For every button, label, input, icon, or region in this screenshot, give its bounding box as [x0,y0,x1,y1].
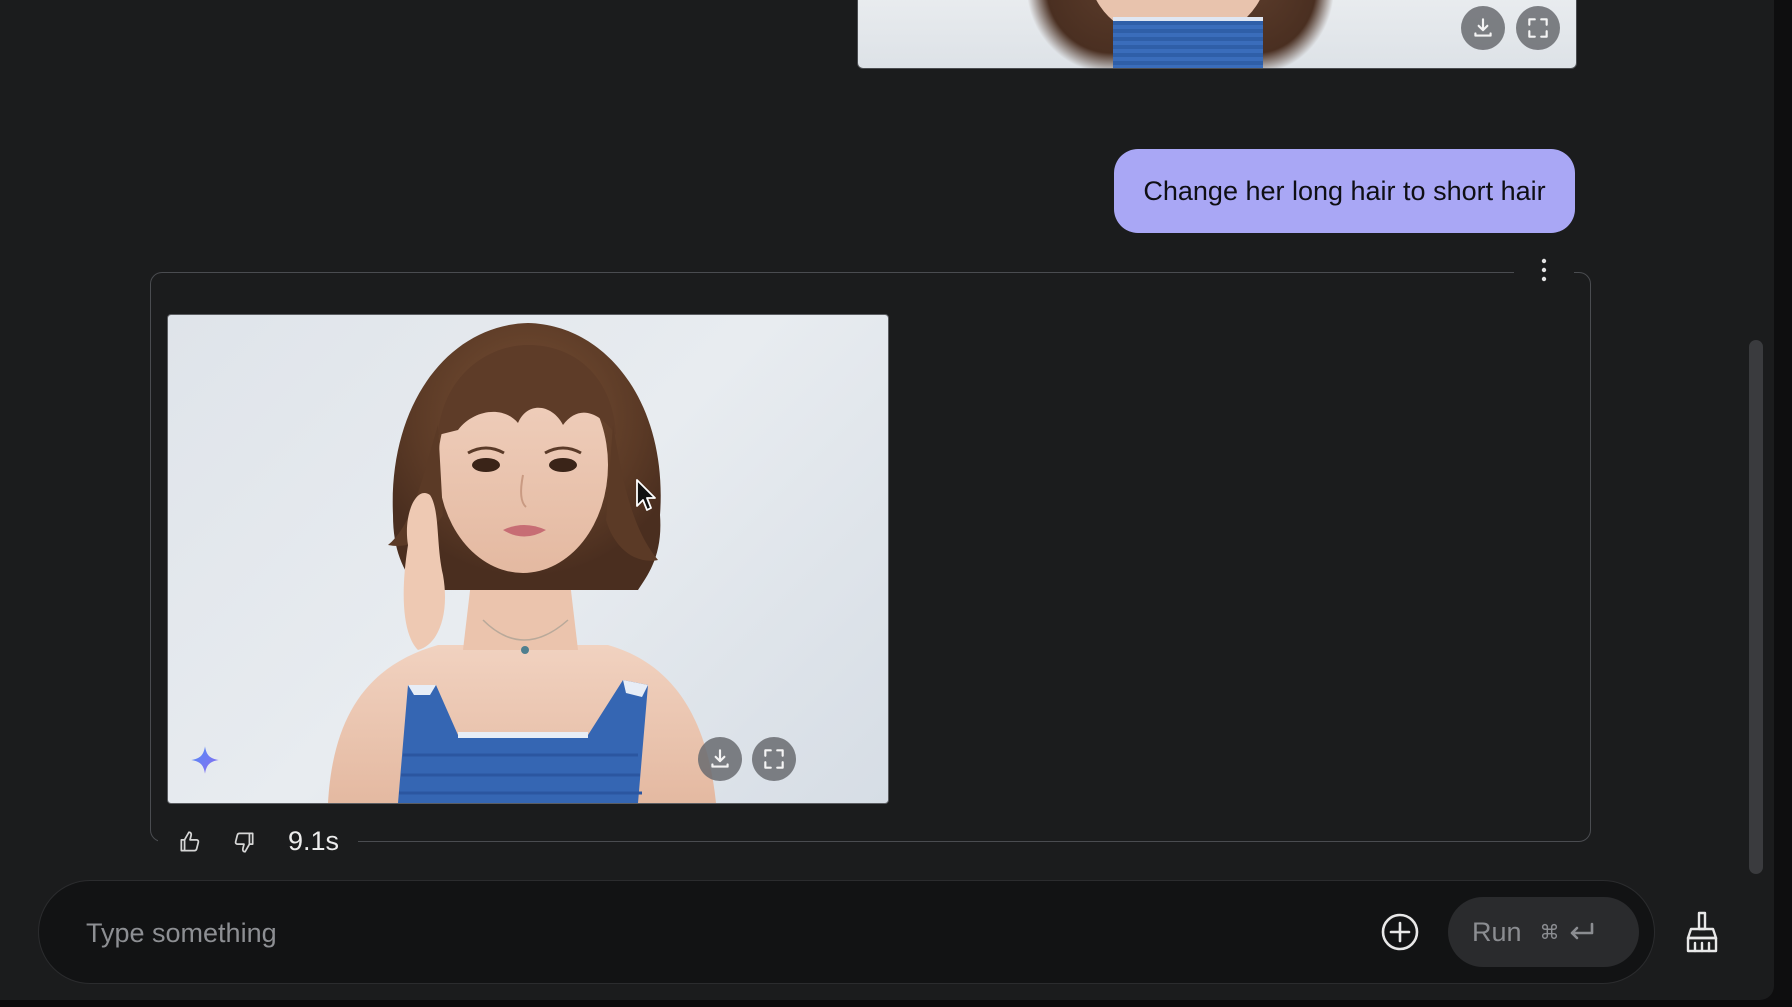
add-circle-icon [1381,913,1419,951]
broom-icon [1686,911,1718,953]
fullscreen-button[interactable] [752,737,796,781]
chat-scrollbar[interactable] [1749,340,1763,874]
fullscreen-icon [764,749,784,769]
previous-generated-image[interactable] [857,0,1577,69]
more-options-button[interactable] [1528,254,1560,286]
mouse-cursor-icon [636,479,656,511]
thumb-up-icon [180,831,200,852]
window-edge [1774,0,1792,1007]
dislike-button[interactable] [229,828,259,856]
run-button[interactable]: Run ⌘ [1448,897,1639,967]
download-icon [711,749,729,768]
download-button[interactable] [1461,6,1505,50]
generated-image[interactable] [167,314,889,804]
prompt-input[interactable] [84,915,1288,951]
window-bottom-edge [0,1000,1792,1007]
download-button[interactable] [698,737,742,781]
portrait-image [328,323,716,803]
run-button-label: Run [1472,916,1522,947]
enter-key-icon [1570,922,1593,940]
chat-app: Change her long hair to short hair 9.1s … [0,0,1774,1000]
command-key-icon: ⌘ [1539,920,1560,944]
more-vert-icon [1541,258,1547,282]
user-message-bubble: Change her long hair to short hair [1114,149,1575,233]
fullscreen-icon [1528,18,1548,38]
download-icon [1474,18,1492,37]
fullscreen-button[interactable] [1516,6,1560,50]
response-time: 9.1s [288,826,340,856]
gemini-sparkle-icon [191,746,219,774]
add-media-button[interactable] [1379,911,1421,953]
thumb-down-icon [234,832,254,853]
like-button[interactable] [175,828,205,856]
clear-chat-button[interactable] [1681,909,1723,955]
